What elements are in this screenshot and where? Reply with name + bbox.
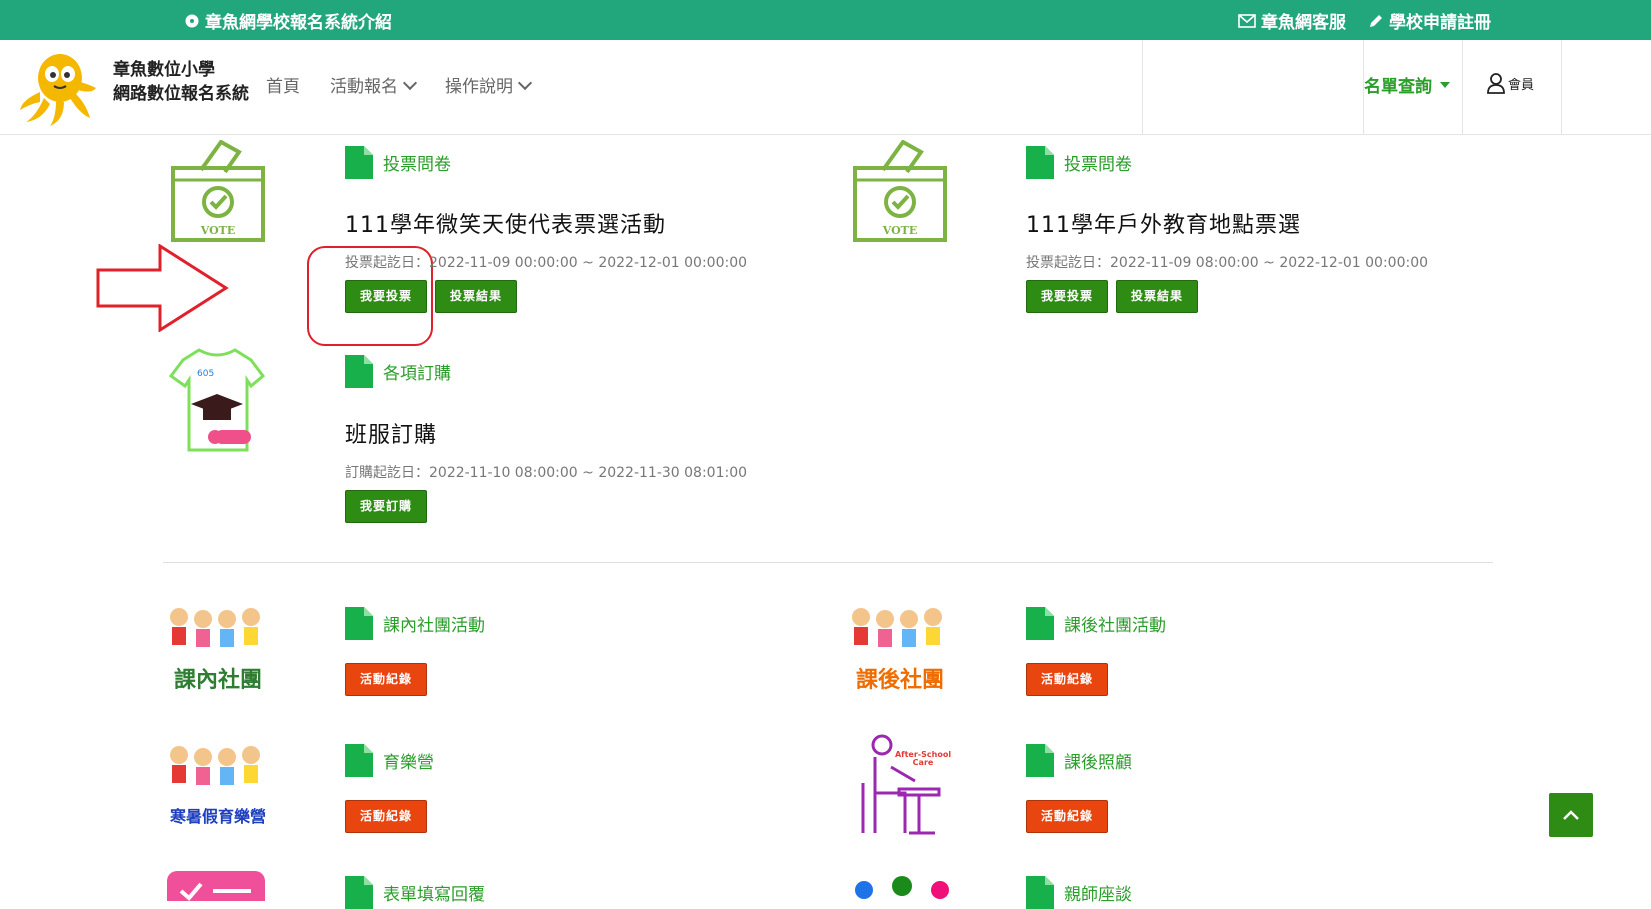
club-in-category: 課內社團活動: [345, 607, 485, 640]
red-arrow-annotation: [96, 244, 229, 332]
document-icon: [345, 146, 373, 179]
nav-activity-dropdown[interactable]: 活動報名: [330, 72, 418, 97]
care-record-button[interactable]: 活動紀錄: [1026, 800, 1109, 833]
document-icon: [345, 355, 373, 388]
vote2-result-button[interactable]: 投票結果: [1116, 280, 1199, 313]
nav-activity-label: 活動報名: [330, 77, 398, 97]
survey-category: 表單填寫回覆: [345, 876, 485, 909]
document-icon: [1026, 876, 1054, 909]
vote-box-image: VOTE: [853, 140, 947, 242]
document-icon: [1026, 607, 1054, 640]
info-icon: [185, 14, 199, 27]
care-category-label: 課後照顧: [1064, 753, 1132, 773]
care-category: 課後照顧: [1026, 744, 1132, 777]
document-icon: [1026, 146, 1054, 179]
nav-guide-label: 操作說明: [445, 77, 513, 97]
document-icon: [345, 607, 373, 640]
brand-line-1: 章魚數位小學: [113, 60, 215, 80]
order-category: 各項訂購: [345, 355, 451, 388]
vote2-title[interactable]: 111學年戶外教育地點票選: [1026, 207, 1301, 239]
list-query-label: 名單查詢: [1364, 77, 1432, 97]
school-register-label: 學校申請註冊: [1389, 13, 1491, 33]
document-icon: [345, 744, 373, 777]
section-divider: [163, 562, 1493, 563]
camp-category: 育樂營: [345, 744, 434, 777]
after-school-care-image: After-School Care: [861, 734, 951, 835]
vote-text: VOTE: [882, 224, 918, 237]
vote1-result-button[interactable]: 投票結果: [435, 280, 518, 313]
vote1-vote-button[interactable]: 我要投票: [345, 280, 428, 313]
camp-category-label: 育樂營: [383, 753, 434, 773]
vote1-category-label: 投票問卷: [383, 155, 451, 175]
customer-service-link[interactable]: 章魚網客服: [1238, 8, 1346, 33]
brand-name[interactable]: 章魚數位小學 網路數位報名系統: [113, 58, 249, 106]
user-icon: [1487, 73, 1505, 94]
document-icon: [1026, 744, 1054, 777]
chevron-down-icon: [517, 75, 533, 90]
member-link[interactable]: 會員: [1486, 72, 1534, 94]
kids-club-image: 課內社團: [170, 608, 262, 693]
order-category-label: 各項訂購: [383, 364, 451, 384]
customer-service-label: 章魚網客服: [1261, 13, 1346, 33]
club-after-category: 課後社團活動: [1026, 607, 1166, 640]
camp-record-button[interactable]: 活動紀錄: [345, 800, 428, 833]
order-button[interactable]: 我要訂購: [345, 490, 428, 523]
system-intro-label: 章魚網學校報名系統介紹: [205, 13, 392, 33]
mail-icon: [1238, 13, 1256, 28]
top-bar: 章魚網學校報名系統介紹 章魚網客服 學校申請註冊: [0, 0, 1651, 40]
nav-guide-dropdown[interactable]: 操作說明: [445, 72, 533, 97]
parent-teacher-image: [855, 876, 949, 899]
vote-text: VOTE: [200, 224, 236, 237]
nav-home-label: 首頁: [266, 77, 300, 97]
octopus-logo[interactable]: [16, 48, 98, 128]
club-after-image-text: 課後社團: [856, 667, 944, 693]
club-after-record-button[interactable]: 活動紀錄: [1026, 663, 1109, 696]
vote1-dates: 投票起訖日：2022-11-09 00:00:00 ~ 2022-12-01 0…: [345, 255, 748, 271]
order-title[interactable]: 班服訂購: [345, 417, 437, 449]
care-image-text-2: Care: [913, 758, 934, 767]
caret-down-icon: [1440, 81, 1450, 88]
order-dates: 訂購起訖日：2022-11-10 08:00:00 ~ 2022-11-30 0…: [345, 465, 748, 481]
nav-home[interactable]: 首頁: [266, 72, 300, 97]
brand-line-2: 網路數位報名系統: [113, 84, 249, 104]
class-shirt-image: 605: [169, 348, 265, 452]
talk-category-label: 親師座談: [1064, 885, 1132, 905]
chevron-down-icon: [402, 75, 418, 90]
vote1-title[interactable]: 111學年微笑天使代表票選活動: [345, 207, 666, 239]
chevron-up-icon: [1563, 810, 1579, 820]
vote2-vote-button[interactable]: 我要投票: [1026, 280, 1109, 313]
list-query-dropdown[interactable]: 名單查詢: [1364, 72, 1450, 97]
vote1-category: 投票問卷: [345, 146, 451, 179]
nav-divider: [1142, 40, 1143, 134]
member-label: 會員: [1508, 77, 1535, 93]
nav-divider: [1462, 40, 1463, 134]
document-icon: [345, 876, 373, 909]
school-register-link[interactable]: 學校申請註冊: [1368, 8, 1491, 33]
pencil-icon: [1370, 14, 1382, 27]
club-in-record-button[interactable]: 活動紀錄: [345, 663, 428, 696]
vote2-category: 投票問卷: [1026, 146, 1132, 179]
survey-checklist-image: [167, 871, 265, 901]
camp-image-text: 寒暑假育樂營: [169, 807, 266, 826]
system-intro-link[interactable]: 章魚網學校報名系統介紹: [185, 8, 392, 33]
main-navbar: 章魚數位小學 網路數位報名系統 首頁 活動報名 操作說明 名單查詢 會員: [0, 40, 1651, 135]
vote2-dates: 投票起訖日：2022-11-09 08:00:00 ~ 2022-12-01 0…: [1026, 255, 1429, 271]
kids-camp-image: 寒暑假育樂營: [169, 746, 266, 826]
kids-club-image: 課後社團: [852, 608, 944, 693]
shirt-number: 605: [197, 369, 214, 379]
club-after-category-label: 課後社團活動: [1064, 616, 1166, 636]
club-in-category-label: 課內社團活動: [383, 616, 485, 636]
nav-divider: [1561, 40, 1562, 134]
survey-category-label: 表單填寫回覆: [383, 885, 485, 905]
talk-category: 親師座談: [1026, 876, 1132, 909]
back-to-top-button[interactable]: [1549, 793, 1593, 837]
vote-box-image: VOTE: [171, 140, 265, 242]
club-in-image-text: 課內社團: [174, 667, 262, 693]
vote2-category-label: 投票問卷: [1064, 155, 1132, 175]
